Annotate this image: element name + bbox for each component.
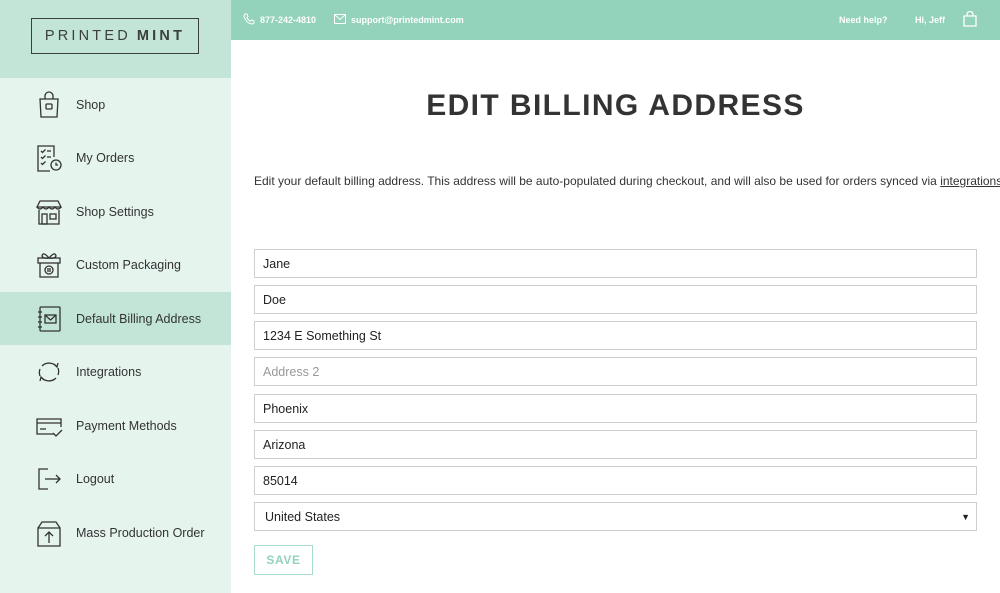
sidebar-item-custom-packaging[interactable]: Custom Packaging <box>0 238 231 291</box>
sidebar-item-shop[interactable]: Shop <box>0 78 231 131</box>
caret-down-icon: ▼ <box>961 512 970 522</box>
cart-button[interactable] <box>963 0 982 40</box>
country-select[interactable]: United States ▼ <box>254 502 977 531</box>
credit-card-check-icon <box>34 411 64 441</box>
sidebar-item-payment-methods[interactable]: Payment Methods <box>0 399 231 452</box>
sidebar-item-my-orders[interactable]: My Orders <box>0 131 231 184</box>
description-text: Edit your default billing address. This … <box>254 174 937 188</box>
page-title: EDIT BILLING ADDRESS <box>426 89 805 122</box>
zip-field[interactable] <box>254 466 977 495</box>
address2-field[interactable] <box>254 357 977 386</box>
country-selected-value: United States <box>265 509 341 524</box>
address1-field[interactable] <box>254 321 977 350</box>
mail-icon <box>334 14 351 26</box>
gift-box-icon <box>34 250 64 280</box>
integrations-link[interactable]: integrations <box>940 174 1000 188</box>
checklist-clock-icon <box>34 143 64 173</box>
page-description: Edit your default billing address. This … <box>254 174 1000 188</box>
sidebar-item-label: Integrations <box>76 364 142 379</box>
user-greeting[interactable]: Hi, Jeff <box>915 0 945 40</box>
save-button[interactable]: SAVE <box>254 545 313 575</box>
shopping-bag-icon <box>34 90 64 120</box>
logo[interactable]: PRINTED MINT <box>31 18 199 54</box>
storefront-icon <box>34 197 64 227</box>
phone-icon <box>243 13 260 27</box>
sidebar: PRINTED MINT Shop My Orders Shop Setting… <box>0 0 231 593</box>
logo-area: PRINTED MINT <box>0 0 231 78</box>
sidebar-item-label: Mass Production Order <box>76 525 205 540</box>
logo-text-mint: MINT <box>136 28 186 44</box>
sidebar-item-label: Custom Packaging <box>76 257 181 272</box>
sidebar-item-label: Shop <box>76 97 106 112</box>
logo-text-printed: PRINTED <box>44 28 131 44</box>
city-field[interactable] <box>254 394 977 423</box>
sidebar-item-label: Shop Settings <box>76 204 154 219</box>
address-book-icon <box>34 304 64 334</box>
sidebar-item-label: Logout <box>76 471 115 486</box>
logout-arrow-icon <box>34 464 64 494</box>
sidebar-item-default-billing-address[interactable]: Default Billing Address <box>0 292 231 345</box>
need-help-link[interactable]: Need help? <box>839 0 888 40</box>
sidebar-item-label: My Orders <box>76 150 135 165</box>
top-bar: 877-242-4810 support@printedmint.com Nee… <box>231 0 1000 40</box>
main-content: EDIT BILLING ADDRESS Edit your default b… <box>231 40 1000 593</box>
box-upload-icon <box>34 518 64 548</box>
sidebar-item-logout[interactable]: Logout <box>0 452 231 505</box>
sync-arrows-icon <box>34 357 64 387</box>
sidebar-item-shop-settings[interactable]: Shop Settings <box>0 185 231 238</box>
email-contact[interactable]: support@printedmint.com <box>334 0 464 40</box>
phone-number: 877-242-4810 <box>260 15 317 25</box>
first-name-field[interactable] <box>254 249 977 278</box>
state-field[interactable] <box>254 430 977 459</box>
sidebar-item-integrations[interactable]: Integrations <box>0 345 231 398</box>
sidebar-item-label: Payment Methods <box>76 418 177 433</box>
shopping-bag-icon <box>963 10 982 29</box>
sidebar-item-label: Default Billing Address <box>76 311 202 326</box>
support-email: support@printedmint.com <box>351 15 464 25</box>
phone-contact[interactable]: 877-242-4810 <box>243 0 316 40</box>
sidebar-item-mass-production-order[interactable]: Mass Production Order <box>0 506 231 559</box>
last-name-field[interactable] <box>254 285 977 314</box>
